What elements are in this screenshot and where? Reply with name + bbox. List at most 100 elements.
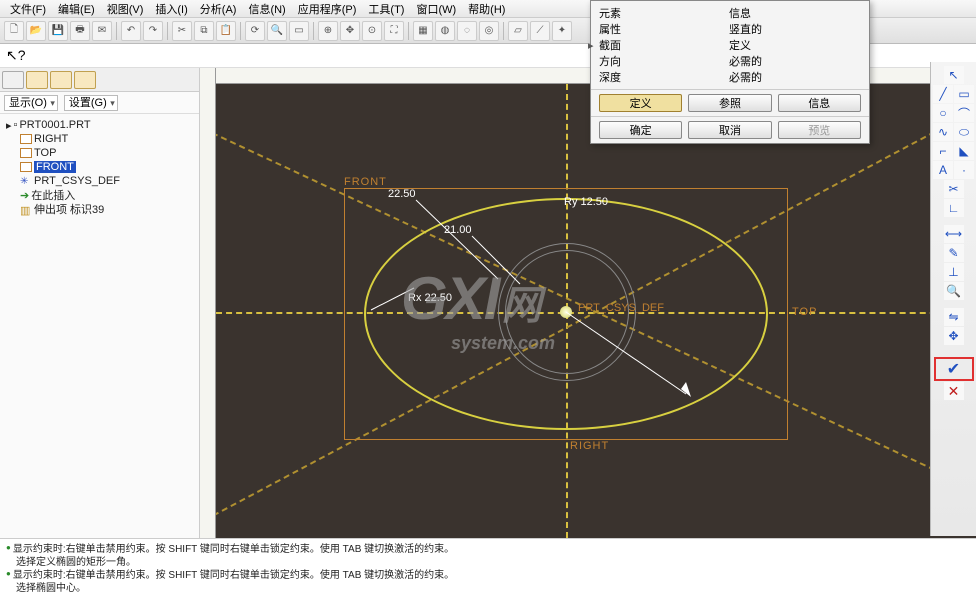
tree-filter-row: 显示(O) 设置(G) (0, 92, 199, 114)
menu-help[interactable]: 帮助(H) (462, 1, 511, 17)
find-button[interactable]: 🔍 (267, 21, 287, 41)
tree-toggle-icon[interactable]: ▸ (6, 119, 12, 132)
cancel-button[interactable]: 取消 (688, 121, 771, 139)
tree-item-insert-here[interactable]: ➔ 在此插入 (2, 188, 197, 202)
view-fit-button[interactable]: ⛶ (384, 21, 404, 41)
select-box-button[interactable]: ▭ (289, 21, 309, 41)
info-button[interactable]: 信息 (778, 94, 861, 112)
view-zoom-button[interactable]: ⊙ (362, 21, 382, 41)
sidebar-tab-link[interactable] (74, 71, 96, 89)
dimension-label-rx[interactable]: Rx 22.50 (408, 292, 452, 304)
row-element: 方向 (599, 53, 729, 69)
save-button[interactable]: 💾 (48, 21, 68, 41)
separator-icon (313, 22, 314, 40)
tree-item-extrude[interactable]: ▥ 伸出项 标识39 (2, 202, 197, 216)
dialog-body: ▸ 元素 信息 属性 竖直的 截面 定义 方向 必需的 深度 必需的 (591, 1, 869, 89)
sidebar-tab-tree[interactable] (2, 71, 24, 89)
menu-insert[interactable]: 插入(I) (149, 1, 193, 17)
menu-window[interactable]: 窗口(W) (410, 1, 462, 17)
display-style-button[interactable]: ▦ (413, 21, 433, 41)
tree-root[interactable]: ▸ ▫ PRT0001.PRT (2, 118, 197, 132)
corner-tool[interactable]: ∟ (944, 199, 964, 217)
preview-button[interactable]: 预览 (778, 121, 861, 139)
tree-root-label: PRT0001.PRT (19, 119, 90, 131)
shade-button[interactable]: ◍ (435, 21, 455, 41)
spline-tool[interactable]: ∿ (933, 123, 953, 141)
menu-file[interactable]: 文件(F) (4, 1, 52, 17)
text-tool[interactable]: A (933, 161, 953, 179)
mirror-tool[interactable]: ⇋ (944, 308, 964, 326)
dialog-row[interactable]: 深度 必需的 (599, 69, 861, 85)
view-pan-button[interactable]: ✥ (340, 21, 360, 41)
tree-item-csys[interactable]: ✳ PRT_CSYS_DEF (2, 174, 197, 188)
dimension-label[interactable]: 22.50 (388, 188, 416, 200)
ellipse-tool[interactable]: ⬭ (954, 123, 974, 141)
done-button-highlighted[interactable]: ✔ (934, 357, 974, 381)
sidebar-tab-fav[interactable] (50, 71, 72, 89)
dimension-label[interactable]: 21.00 (444, 224, 472, 236)
wireframe-button[interactable]: ◌ (457, 21, 477, 41)
dimension-label-ry[interactable]: Ry 12.50 (564, 196, 608, 208)
dialog-row[interactable]: 属性 竖直的 (599, 21, 861, 37)
sidebar-tab-folder[interactable] (26, 71, 48, 89)
col-header-element: 元素 (599, 5, 729, 21)
menu-view[interactable]: 视图(V) (101, 1, 150, 17)
chamfer-tool[interactable]: ◣ (954, 142, 974, 160)
print-button[interactable]: 🖶 (70, 21, 90, 41)
dialog-row[interactable]: 方向 必需的 (599, 53, 861, 69)
copy-button[interactable]: ⧉ (194, 21, 214, 41)
feature-definition-dialog[interactable]: ▸ 元素 信息 属性 竖直的 截面 定义 方向 必需的 深度 必需的 定义 参照… (590, 0, 870, 144)
dialog-button-row-2: 确定 取消 预览 (591, 116, 869, 143)
tree-label: 伸出项 标识39 (34, 201, 104, 217)
row-info: 必需的 (729, 69, 762, 85)
arc-tool[interactable]: ⌒ (954, 104, 974, 122)
redo-button[interactable]: ↷ (143, 21, 163, 41)
menu-analysis[interactable]: 分析(A) (194, 1, 243, 17)
trim-tool[interactable]: ✂ (944, 180, 964, 198)
dimension-tool[interactable]: ⟷ (944, 225, 964, 243)
menu-edit[interactable]: 编辑(E) (52, 1, 101, 17)
mail-button[interactable]: ✉ (92, 21, 112, 41)
hidden-button[interactable]: ◎ (479, 21, 499, 41)
cut-button[interactable]: ✂ (172, 21, 192, 41)
view-spin-button[interactable]: ⊕ (318, 21, 338, 41)
open-button[interactable]: 📂 (26, 21, 46, 41)
tree-item-front[interactable]: FRONT (2, 160, 197, 174)
help-arrow-icon[interactable]: ↖? (6, 47, 26, 64)
tree-item-right[interactable]: RIGHT (2, 132, 197, 146)
circle-tool[interactable]: ○ (933, 104, 953, 122)
point-tool[interactable]: · (954, 161, 974, 179)
undo-button[interactable]: ↶ (121, 21, 141, 41)
ok-button[interactable]: 确定 (599, 121, 682, 139)
tree-item-top[interactable]: TOP (2, 146, 197, 160)
datum-plane-button[interactable]: ▱ (508, 21, 528, 41)
rect-tool[interactable]: ▭ (954, 85, 974, 103)
line-tool[interactable]: ╱ (933, 85, 953, 103)
new-button[interactable]: 🗋 (4, 21, 24, 41)
regen-button[interactable]: ⟳ (245, 21, 265, 41)
reference-button[interactable]: 参照 (688, 94, 771, 112)
modify-tool[interactable]: ✎ (944, 244, 964, 262)
datum-csys-button[interactable]: ✦ (552, 21, 572, 41)
menu-app[interactable]: 应用程序(P) (292, 1, 363, 17)
datum-axis-button[interactable]: ⟋ (530, 21, 550, 41)
sketch-canvas[interactable]: 22.50 21.00 Rx 22.50 Ry 12.50 FRONT RIGH… (216, 84, 976, 538)
dialog-nav-arrow-icon[interactable]: ▸ (588, 39, 594, 52)
settings-dropdown[interactable]: 设置(G) (64, 95, 118, 111)
paste-button[interactable]: 📋 (216, 21, 236, 41)
extrude-icon: ▥ (20, 204, 32, 214)
inspect-tool[interactable]: 🔍 (944, 282, 964, 300)
bullet-icon: ● (6, 543, 11, 552)
fillet-tool[interactable]: ⌐ (933, 142, 953, 160)
pointer-tool[interactable]: ↖ (944, 66, 964, 84)
menu-tools[interactable]: 工具(T) (362, 1, 410, 17)
dialog-row[interactable]: 截面 定义 (599, 37, 861, 53)
quit-button[interactable]: ✕ (944, 382, 964, 400)
tree-label: PRT_CSYS_DEF (34, 175, 120, 187)
show-dropdown[interactable]: 显示(O) (4, 95, 58, 111)
constraint-tool[interactable]: ⊥ (944, 263, 964, 281)
move-tool[interactable]: ✥ (944, 327, 964, 345)
menu-info[interactable]: 信息(N) (242, 1, 291, 17)
define-button[interactable]: 定义 (599, 94, 682, 112)
model-tree[interactable]: ▸ ▫ PRT0001.PRT RIGHT TOP FRONT ✳ PRT_CS… (0, 114, 199, 538)
